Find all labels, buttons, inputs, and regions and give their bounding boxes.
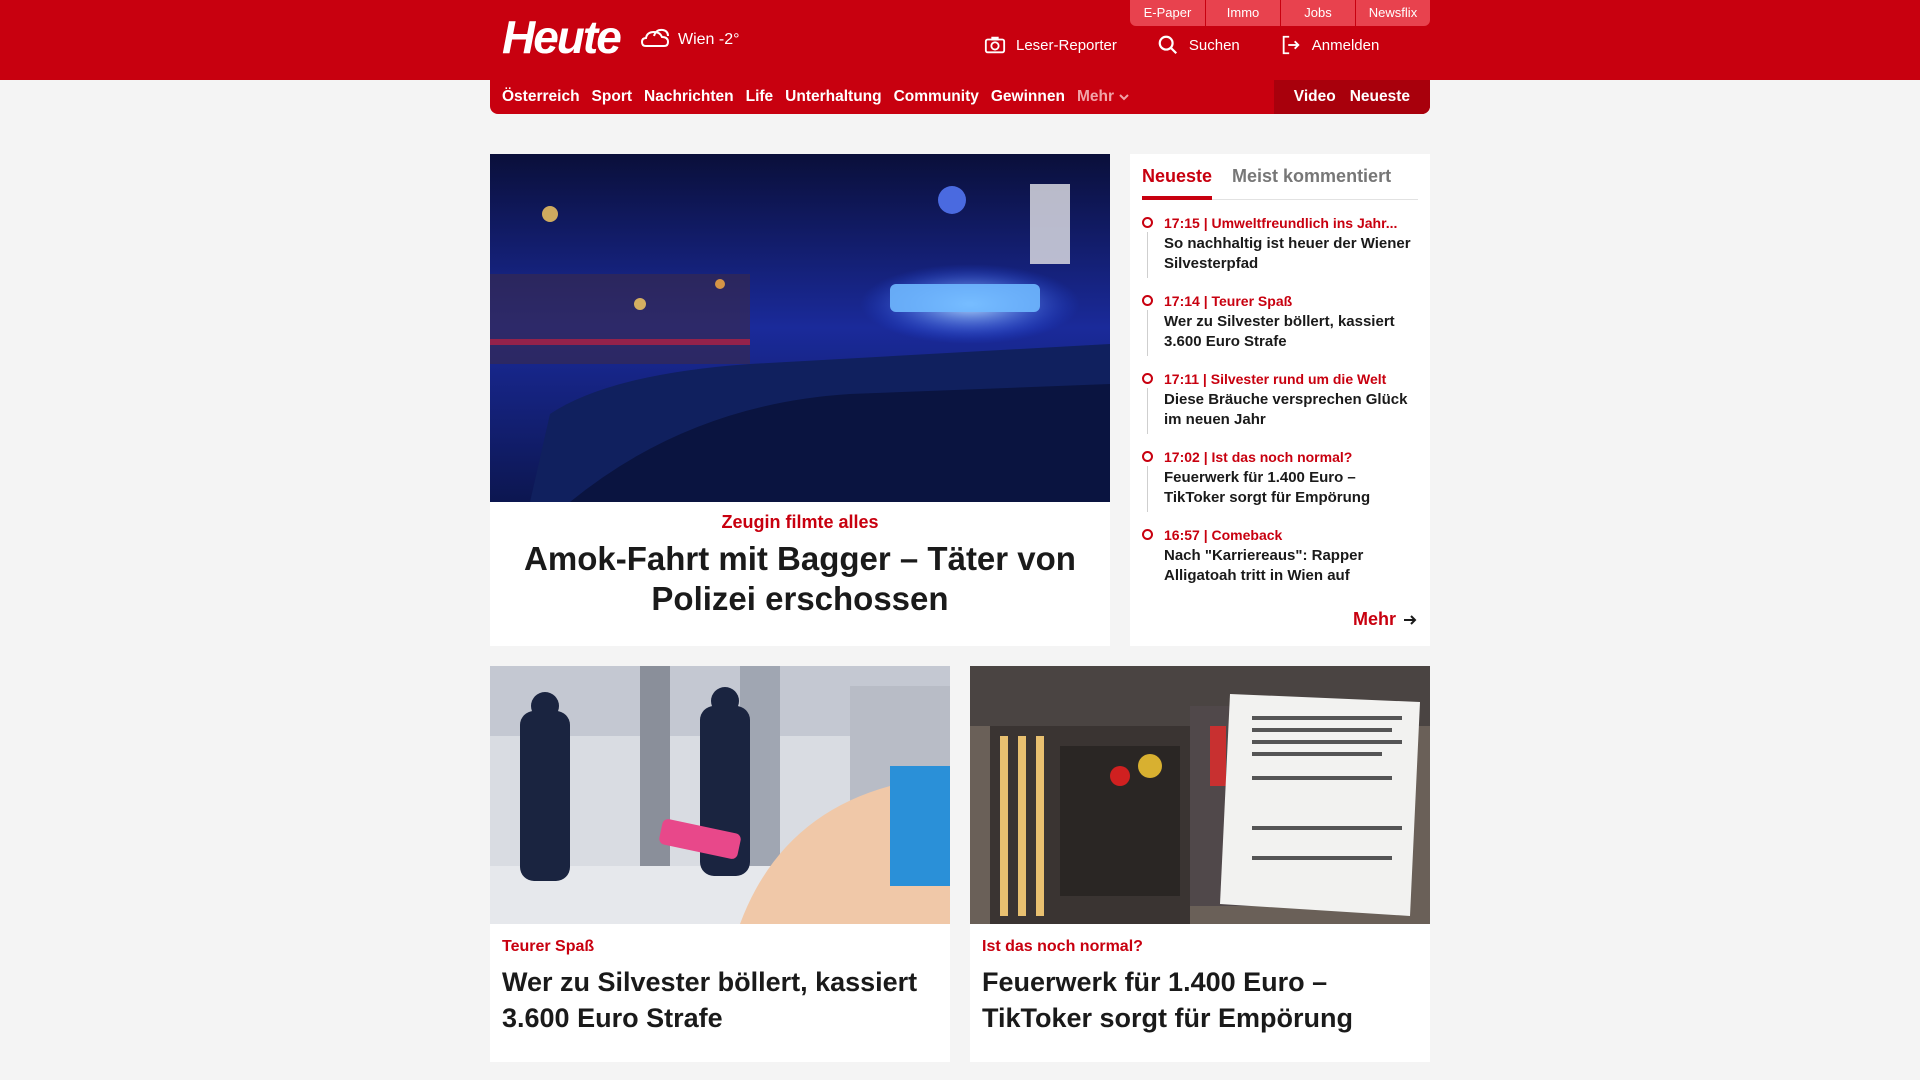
timeline-dot xyxy=(1142,217,1153,228)
camera-icon xyxy=(984,36,1006,54)
timeline-item[interactable]: 17:15 | Umweltfreundlich ins Jahr... So … xyxy=(1142,214,1418,278)
arrow-right-icon xyxy=(1404,614,1417,625)
news-sidebar: Neueste Meist kommentiert 17:15 | Umwelt… xyxy=(1130,154,1430,646)
timeline-item[interactable]: 16:57 | Comeback Nach "Karriereaus": Rap… xyxy=(1142,526,1418,588)
timeline-dot xyxy=(1142,295,1153,306)
article-kicker[interactable]: Teurer Spaß xyxy=(502,938,938,956)
timeline-dot xyxy=(1142,373,1153,384)
tab-jobs[interactable]: Jobs xyxy=(1280,0,1355,26)
timeline-title[interactable]: Diese Bräuche versprechen Glück im neuen… xyxy=(1164,390,1418,430)
article-card[interactable]: Teurer Spaß Wer zu Silvester böllert, ka… xyxy=(490,666,950,1062)
login-icon xyxy=(1282,35,1300,55)
timeline-dot xyxy=(1142,451,1153,462)
timeline-item[interactable]: 17:02 | Ist das noch normal? Feuerwerk f… xyxy=(1142,448,1418,512)
article-title[interactable]: Feuerwerk für 1.400 Euro – TikToker sorg… xyxy=(982,964,1418,1036)
sidebar-tabs: Neueste Meist kommentiert xyxy=(1142,164,1418,200)
weather-text: Wien -2° xyxy=(678,31,740,48)
nav-more-label: Mehr xyxy=(1076,88,1114,105)
search-button[interactable]: Suchen xyxy=(1157,34,1240,56)
timeline-kicker: 17:15 | Umweltfreundlich ins Jahr... xyxy=(1164,215,1398,231)
nav-community[interactable]: Community xyxy=(894,88,979,106)
nav-nachrichten[interactable]: Nachrichten xyxy=(644,88,734,106)
tab-meist-kommentiert[interactable]: Meist kommentiert xyxy=(1232,164,1391,200)
site-logo[interactable]: Heute xyxy=(502,12,622,62)
nav-right-group: Video Neueste xyxy=(1273,80,1430,114)
chevron-down-icon xyxy=(1119,94,1129,101)
hero-kicker[interactable]: Zeugin filmte alles xyxy=(490,512,1110,533)
timeline-line xyxy=(1147,232,1148,278)
timeline-title[interactable]: So nachhaltig ist heuer der Wiener Silve… xyxy=(1164,234,1418,274)
top-header xyxy=(0,0,1920,80)
hero-image[interactable] xyxy=(490,154,1110,502)
article-image[interactable] xyxy=(490,666,950,924)
leser-reporter-button[interactable]: Leser-Reporter xyxy=(984,34,1117,56)
article-title[interactable]: Wer zu Silvester böllert, kassiert 3.600… xyxy=(502,964,938,1036)
article-card[interactable]: Ist das noch normal? Feuerwerk für 1.400… xyxy=(970,666,1430,1062)
tab-epaper[interactable]: E-Paper xyxy=(1130,0,1205,26)
tab-neueste[interactable]: Neueste xyxy=(1142,164,1213,200)
timeline-item[interactable]: 17:11 | Silvester rund um die Welt Diese… xyxy=(1142,370,1418,434)
leser-reporter-label: Leser-Reporter xyxy=(1016,36,1117,54)
sidebar-more-label: Mehr xyxy=(1352,609,1396,629)
timeline-title[interactable]: Wer zu Silvester böllert, kassiert 3.600… xyxy=(1164,312,1418,352)
timeline-kicker: 16:57 | Comeback xyxy=(1164,527,1283,543)
tab-immo[interactable]: Immo xyxy=(1205,0,1280,26)
search-label: Suchen xyxy=(1188,36,1240,54)
nav-neueste[interactable]: Neueste xyxy=(1350,88,1410,106)
timeline-kicker: 17:14 | Teurer Spaß xyxy=(1164,293,1293,309)
login-button[interactable]: Anmelden xyxy=(1280,34,1380,56)
article-kicker[interactable]: Ist das noch normal? xyxy=(982,938,1418,956)
tab-newsflix[interactable]: Newsflix xyxy=(1355,0,1430,26)
header-actions: Leser-Reporter Suchen Anmelden xyxy=(984,34,1379,56)
main-nav: Österreich Sport Nachrichten Life Unterh… xyxy=(490,80,1430,114)
search-icon xyxy=(1158,35,1177,55)
login-label: Anmelden xyxy=(1311,36,1380,54)
nav-life[interactable]: Life xyxy=(746,88,774,106)
nav-oesterreich[interactable]: Österreich xyxy=(502,88,580,106)
nav-more-dropdown[interactable]: Mehr xyxy=(1077,88,1130,106)
weather-widget[interactable]: Wien -2° xyxy=(640,26,740,54)
service-tabs: E-Paper Immo Jobs Newsflix xyxy=(1130,0,1430,26)
weather-cloud-icon xyxy=(640,28,670,47)
article-image[interactable] xyxy=(970,666,1430,924)
hero-title[interactable]: Amok-Fahrt mit Bagger – Täter von Polize… xyxy=(520,539,1080,619)
nav-video[interactable]: Video xyxy=(1294,88,1336,106)
hero-article[interactable]: Zeugin filmte alles Amok-Fahrt mit Bagge… xyxy=(490,154,1110,646)
timeline-item[interactable]: 17:14 | Teurer Spaß Wer zu Silvester böl… xyxy=(1142,292,1418,356)
timeline-title[interactable]: Nach "Karriereaus": Rapper Alligatoah tr… xyxy=(1164,546,1418,586)
timeline-line xyxy=(1147,388,1148,434)
timeline-title[interactable]: Feuerwerk für 1.400 Euro – TikToker sorg… xyxy=(1164,468,1418,508)
timeline-kicker: 17:02 | Ist das noch normal? xyxy=(1164,449,1353,465)
timeline-dot xyxy=(1142,529,1153,540)
nav-sport[interactable]: Sport xyxy=(592,88,632,106)
nav-gewinnen[interactable]: Gewinnen xyxy=(991,88,1065,106)
news-timeline: 17:15 | Umweltfreundlich ins Jahr... So … xyxy=(1142,214,1418,604)
timeline-line xyxy=(1147,466,1148,512)
timeline-kicker: 17:11 | Silvester rund um die Welt xyxy=(1164,371,1387,387)
sidebar-more-link[interactable]: Mehr xyxy=(1353,609,1418,630)
nav-unterhaltung[interactable]: Unterhaltung xyxy=(785,88,881,106)
timeline-line xyxy=(1147,310,1148,356)
